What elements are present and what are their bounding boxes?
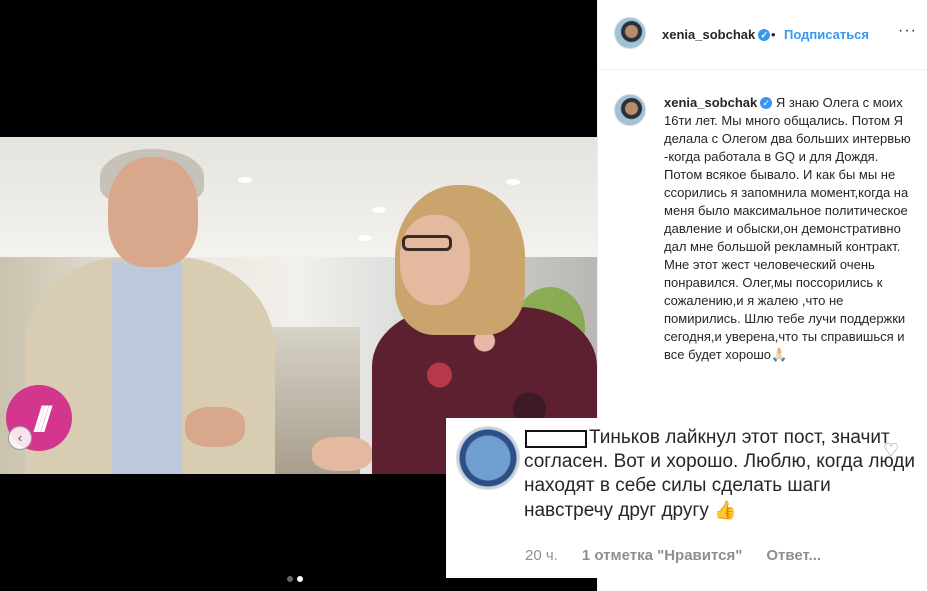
avatar[interactable] xyxy=(614,17,646,49)
post-caption: xenia_sobchak ✓ Я знаю Олега с моих 16ти … xyxy=(664,94,919,364)
post-header: xenia_sobchak ✓ • Подписаться ··· xyxy=(598,0,927,70)
username[interactable]: xenia_sobchak xyxy=(662,27,755,42)
username-link[interactable]: xenia_sobchak ✓ xyxy=(662,27,771,42)
caption-username[interactable]: xenia_sobchak xyxy=(664,95,757,110)
verified-badge-icon: ✓ xyxy=(760,97,773,109)
reply-button[interactable]: Ответ... xyxy=(766,547,821,564)
follow-button[interactable]: Подписаться xyxy=(784,27,869,42)
separator: • xyxy=(771,27,776,42)
carousel-dot-active[interactable] xyxy=(297,576,303,582)
carousel-dot[interactable] xyxy=(287,576,293,582)
comment-likes[interactable]: 1 отметка "Нравится" xyxy=(582,547,743,564)
heart-icon[interactable]: ♡ xyxy=(883,440,899,461)
carousel-dots xyxy=(287,576,303,582)
caption-text: Я знаю Олега с моих 16ти лет. Мы много о… xyxy=(664,95,911,362)
thumbs-up-emoji: 👍 xyxy=(714,500,737,520)
comment-avatar[interactable] xyxy=(456,426,520,490)
comment-time[interactable]: 20 ч. xyxy=(525,547,558,564)
comment-meta: 20 ч. 1 отметка "Нравится" Ответ... xyxy=(525,547,821,564)
comment-overlay: Тиньков лайкнул этот пост, значит соглас… xyxy=(446,418,927,578)
caption-avatar[interactable] xyxy=(614,94,646,126)
more-options-icon[interactable]: ··· xyxy=(898,22,917,40)
verified-badge-icon: ✓ xyxy=(758,29,771,41)
chevron-left-icon[interactable]: ‹ xyxy=(8,426,32,450)
comment-text: Тиньков лайкнул этот пост, значит соглас… xyxy=(524,426,924,523)
